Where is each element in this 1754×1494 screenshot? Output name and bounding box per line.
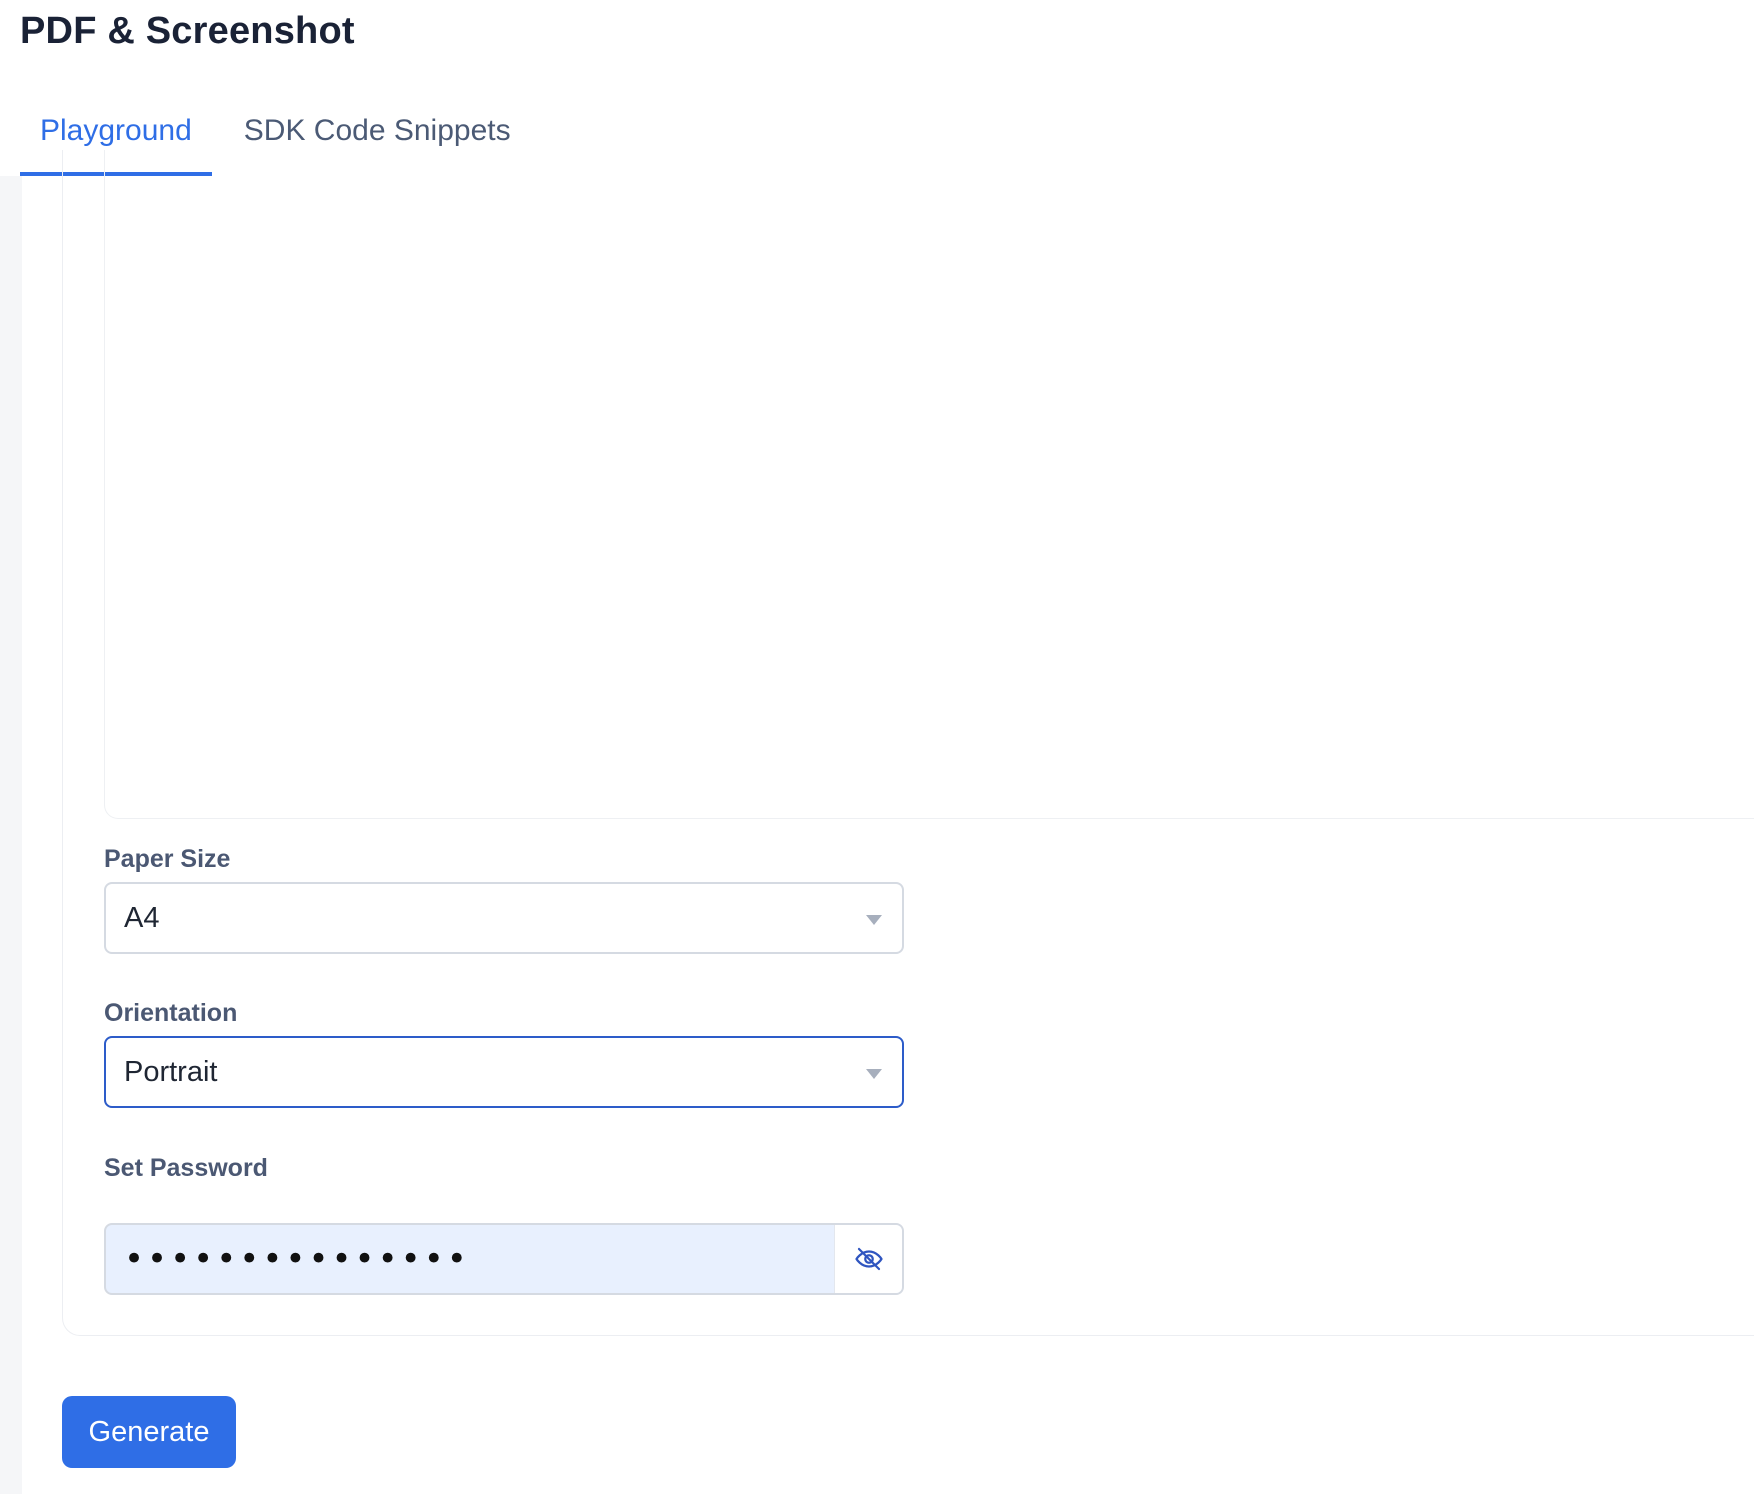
paper-size-label: Paper Size: [104, 845, 231, 873]
generate-button[interactable]: Generate: [62, 1396, 236, 1468]
orientation-value: Portrait: [124, 1056, 218, 1088]
set-password-label: Set Password: [104, 1154, 268, 1182]
password-field: [104, 1223, 904, 1295]
orientation-label: Orientation: [104, 999, 238, 1027]
chevron-down-icon: [866, 915, 882, 925]
password-visibility-toggle[interactable]: [834, 1225, 902, 1293]
page-title: PDF & Screenshot: [20, 10, 355, 52]
orientation-select[interactable]: Portrait: [104, 1036, 904, 1108]
password-input[interactable]: [106, 1225, 836, 1293]
chevron-down-icon: [866, 1069, 882, 1079]
eye-off-icon: [854, 1247, 883, 1271]
html-editor-area[interactable]: [104, 150, 1754, 819]
paper-size-value: A4: [124, 902, 160, 934]
paper-size-select[interactable]: A4: [104, 882, 904, 954]
left-rail: [0, 176, 22, 1494]
pdf-screenshot-page: PDF & Screenshot Playground SDK Code Sni…: [0, 0, 1754, 1494]
